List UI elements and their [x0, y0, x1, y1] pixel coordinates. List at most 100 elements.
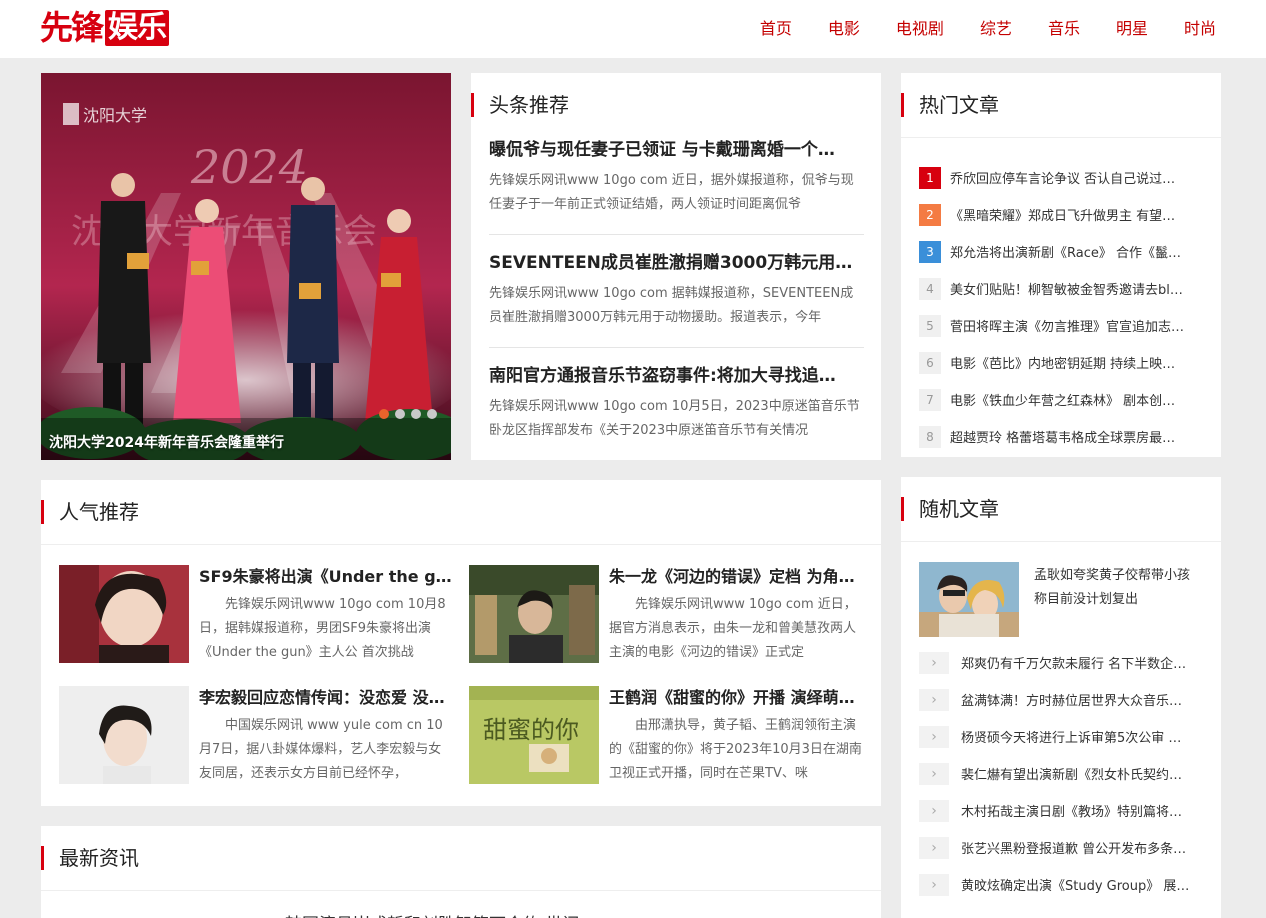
- site-header: 先锋 娱乐 首页 电影 电视剧 综艺 音乐 明星 时尚: [0, 0, 1266, 58]
- logo-text-badge: 娱乐: [105, 10, 169, 46]
- slider-dot-2[interactable]: [395, 409, 405, 419]
- random-article-item[interactable]: › 杨贤硕今天将进行上诉审第5次公审 …: [919, 718, 1204, 755]
- popular-thumbnail[interactable]: [469, 565, 599, 663]
- random-article-item[interactable]: › 郑爽仍有千万欠款未履行 名下半数企…: [919, 644, 1204, 681]
- popular-title[interactable]: 朱一龙《河边的错误》定档 为角…: [609, 565, 863, 589]
- rank-badge: 8: [919, 425, 941, 448]
- rank-badge: 4: [919, 277, 941, 300]
- headline-summary: 先锋娱乐网讯www 10go com 10月5日，2023中原迷笛音乐节卧龙区指…: [489, 399, 860, 438]
- random-article-title[interactable]: 张艺兴黑粉登报道歉 曾公开发布多条…: [961, 838, 1186, 857]
- popular-item[interactable]: SF9朱豪将出演《Under the gu… 先锋娱乐网讯www 10go co…: [59, 565, 453, 663]
- slider-dots: [373, 409, 437, 419]
- hot-article-title[interactable]: 菅田将晖主演《勿言推理》官宣追加志…: [950, 316, 1184, 335]
- random-article-item[interactable]: › 盆满钵满！方时赫位居世界大众音乐…: [919, 681, 1204, 718]
- popular-thumbnail[interactable]: [59, 686, 189, 784]
- latest-news-item-title[interactable]: 韩国演员崔成哲和刘胜智签下合约 世间: [285, 910, 579, 918]
- headline-summary: 先锋娱乐网讯www 10go com 据韩媒报道称，SEVENTEEN成员崔胜澈…: [489, 286, 854, 325]
- popular-summary: 先锋娱乐网讯www 10go com 10月8日，据韩媒报道称，男团SF9朱豪将…: [199, 597, 446, 660]
- hot-articles-list: 1 乔欣回应停车言论争议 否认自己说过… 2 《黑暗荣耀》郑成日飞升做男主 有望… …: [919, 159, 1204, 455]
- hot-article-title[interactable]: 郑允浩将出演新剧《Race》 合作《鬣…: [950, 242, 1181, 261]
- random-featured-title[interactable]: 孟耿如夸奖黄子佼帮带小孩 称目前没计划复出: [1034, 564, 1204, 612]
- random-article-title[interactable]: 木村拓哉主演日剧《教场》特别篇将…: [961, 801, 1182, 820]
- hot-article-title[interactable]: 超越贾玲 格蕾塔葛韦格成全球票房最…: [950, 427, 1175, 446]
- chevron-right-icon: ›: [919, 651, 949, 674]
- random-article-item[interactable]: › 张艺兴黑粉登报道歉 曾公开发布多条…: [919, 829, 1204, 866]
- random-article-title[interactable]: 郑爽仍有千万欠款未履行 名下半数企…: [961, 653, 1186, 672]
- slider-dot-4[interactable]: [427, 409, 437, 419]
- headline-section: 头条推荐 曝侃爷与现任妻子已领证 与卡戴珊离婚一个… 先锋娱乐网讯www 10g…: [471, 73, 881, 460]
- divider: [901, 137, 1221, 138]
- rank-badge: 5: [919, 314, 941, 337]
- random-articles-list: › 郑爽仍有千万欠款未履行 名下半数企… › 盆满钵满！方时赫位居世界大众音乐… ›…: [919, 644, 1204, 903]
- main-nav: 首页 电影 电视剧 综艺 音乐 明星 时尚: [724, 0, 1216, 58]
- university-seal-text: 沈阳大学: [83, 106, 147, 125]
- hot-article-item[interactable]: 4 美女们贴贴！柳智敏被金智秀邀请去bl…: [919, 270, 1204, 307]
- hot-article-title[interactable]: 《黑暗荣耀》郑成日飞升做男主 有望…: [950, 205, 1175, 224]
- popular-summary: 中国娱乐网讯 www yule com cn 10月7日，据八卦媒体爆料，艺人李…: [199, 718, 443, 781]
- nav-item-star[interactable]: 明星: [1116, 0, 1148, 58]
- headline-title[interactable]: 南阳官方通报音乐节盗窃事件:将加大寻找追…: [489, 363, 864, 389]
- section-title: 热门文章: [901, 93, 999, 117]
- rank-badge: 1: [919, 166, 941, 189]
- headline-title[interactable]: SEVENTEEN成员崔胜澈捐赠3000万韩元用…: [489, 250, 864, 276]
- hot-article-title[interactable]: 电影《芭比》内地密钥延期 持续上映…: [950, 353, 1175, 372]
- nav-item-fashion[interactable]: 时尚: [1184, 0, 1216, 58]
- site-logo[interactable]: 先锋 娱乐: [40, 9, 169, 47]
- headline-item[interactable]: SEVENTEEN成员崔胜澈捐赠3000万韩元用… 先锋娱乐网讯www 10go…: [489, 250, 864, 330]
- random-article-item[interactable]: › 黄旼炫确定出演《Study Group》 展…: [919, 866, 1204, 903]
- hot-article-item[interactable]: 2 《黑暗荣耀》郑成日飞升做男主 有望…: [919, 196, 1204, 233]
- popular-item[interactable]: 李宏毅回应恋情传闻：没恋爱 没… 中国娱乐网讯 www yule com cn …: [59, 686, 453, 784]
- popular-item[interactable]: 朱一龙《河边的错误》定档 为角… 先锋娱乐网讯www 10go com 近日，据…: [469, 565, 863, 663]
- section-title: 随机文章: [901, 497, 999, 521]
- random-thumbnail[interactable]: [919, 562, 1019, 637]
- hot-article-title[interactable]: 电影《铁血少年营之红森林》 剧本创…: [950, 390, 1175, 409]
- random-article-title[interactable]: 裴仁爀有望出演新剧《烈女朴氏契约…: [961, 764, 1182, 783]
- hot-article-title[interactable]: 乔欣回应停车言论争议 否认自己说过…: [950, 168, 1175, 187]
- hot-article-item[interactable]: 5 菅田将晖主演《勿言推理》官宣追加志…: [919, 307, 1204, 344]
- slider-dot-1[interactable]: [379, 409, 389, 419]
- hot-article-item[interactable]: 1 乔欣回应停车言论争议 否认自己说过…: [919, 159, 1204, 196]
- poster-title-text: 甜蜜的你: [483, 716, 579, 744]
- rank-badge: 6: [919, 351, 941, 374]
- random-article-title[interactable]: 黄旼炫确定出演《Study Group》 展…: [961, 875, 1189, 894]
- random-featured-item[interactable]: 孟耿如夸奖黄子佼帮带小孩 称目前没计划复出: [919, 562, 1204, 637]
- nav-item-movie[interactable]: 电影: [828, 0, 860, 58]
- random-article-item[interactable]: › 木村拓哉主演日剧《教场》特别篇将…: [919, 792, 1204, 829]
- random-article-item[interactable]: › 裴仁爀有望出演新剧《烈女朴氏契约…: [919, 755, 1204, 792]
- nav-item-music[interactable]: 音乐: [1048, 0, 1080, 58]
- rank-badge: 7: [919, 388, 941, 411]
- chevron-right-icon: ›: [919, 762, 949, 785]
- hot-article-title[interactable]: 美女们贴贴！柳智敏被金智秀邀请去bl…: [950, 279, 1183, 298]
- slider-dot-3[interactable]: [411, 409, 421, 419]
- divider: [489, 234, 864, 235]
- random-article-title[interactable]: 杨贤硕今天将进行上诉审第5次公审 …: [961, 727, 1181, 746]
- slider-caption[interactable]: 沈阳大学2024年新年音乐会隆重举行: [49, 432, 284, 452]
- slider-image: 2024 沈阳大学新年音乐会 沈阳大学: [41, 73, 451, 460]
- hot-article-item[interactable]: 6 电影《芭比》内地密钥延期 持续上映…: [919, 344, 1204, 381]
- latest-news-section: 最新资讯 韩国演员崔成哲和刘胜智签下合约 世间: [41, 826, 881, 918]
- hot-article-item[interactable]: 7 电影《铁血少年营之红森林》 剧本创…: [919, 381, 1204, 418]
- headline-title[interactable]: 曝侃爷与现任妻子已领证 与卡戴珊离婚一个…: [489, 137, 864, 163]
- headline-item[interactable]: 曝侃爷与现任妻子已领证 与卡戴珊离婚一个… 先锋娱乐网讯www 10go com…: [489, 137, 864, 217]
- divider: [901, 541, 1221, 542]
- nav-item-tv[interactable]: 电视剧: [896, 0, 944, 58]
- popular-title[interactable]: SF9朱豪将出演《Under the gu…: [199, 565, 453, 589]
- nav-item-variety[interactable]: 综艺: [980, 0, 1012, 58]
- section-title: 人气推荐: [41, 500, 139, 524]
- popular-thumbnail[interactable]: [59, 565, 189, 663]
- popular-title[interactable]: 李宏毅回应恋情传闻：没恋爱 没…: [199, 686, 453, 710]
- chevron-right-icon: ›: [919, 725, 949, 748]
- hot-article-item[interactable]: 8 超越贾玲 格蕾塔葛韦格成全球票房最…: [919, 418, 1204, 455]
- divider: [489, 347, 864, 348]
- popular-item[interactable]: 甜蜜的你 王鹤润《甜蜜的你》开播 演绎萌… 由邢潇执导，黄子韬、王鹤润领衔主演的…: [469, 686, 863, 784]
- popular-title[interactable]: 王鹤润《甜蜜的你》开播 演绎萌…: [609, 686, 863, 710]
- random-articles-section: 随机文章 孟耿如夸奖黄子佼帮带小孩 称目前没计划复出 › 郑爽仍有千万欠款未履行 …: [901, 477, 1221, 918]
- hot-articles-section: 热门文章 1 乔欣回应停车言论争议 否认自己说过… 2 《黑暗荣耀》郑成日飞升做男主…: [901, 73, 1221, 457]
- headline-item[interactable]: 南阳官方通报音乐节盗窃事件:将加大寻找追… 先锋娱乐网讯www 10go com…: [489, 363, 864, 443]
- rank-badge: 3: [919, 240, 941, 263]
- nav-item-home[interactable]: 首页: [760, 0, 792, 58]
- random-article-title[interactable]: 盆满钵满！方时赫位居世界大众音乐…: [961, 690, 1182, 709]
- popular-thumbnail[interactable]: 甜蜜的你: [469, 686, 599, 784]
- featured-slider[interactable]: 2024 沈阳大学新年音乐会 沈阳大学 沈阳大学2024年新年音乐会隆重举行: [41, 73, 451, 460]
- hot-article-item[interactable]: 3 郑允浩将出演新剧《Race》 合作《鬣…: [919, 233, 1204, 270]
